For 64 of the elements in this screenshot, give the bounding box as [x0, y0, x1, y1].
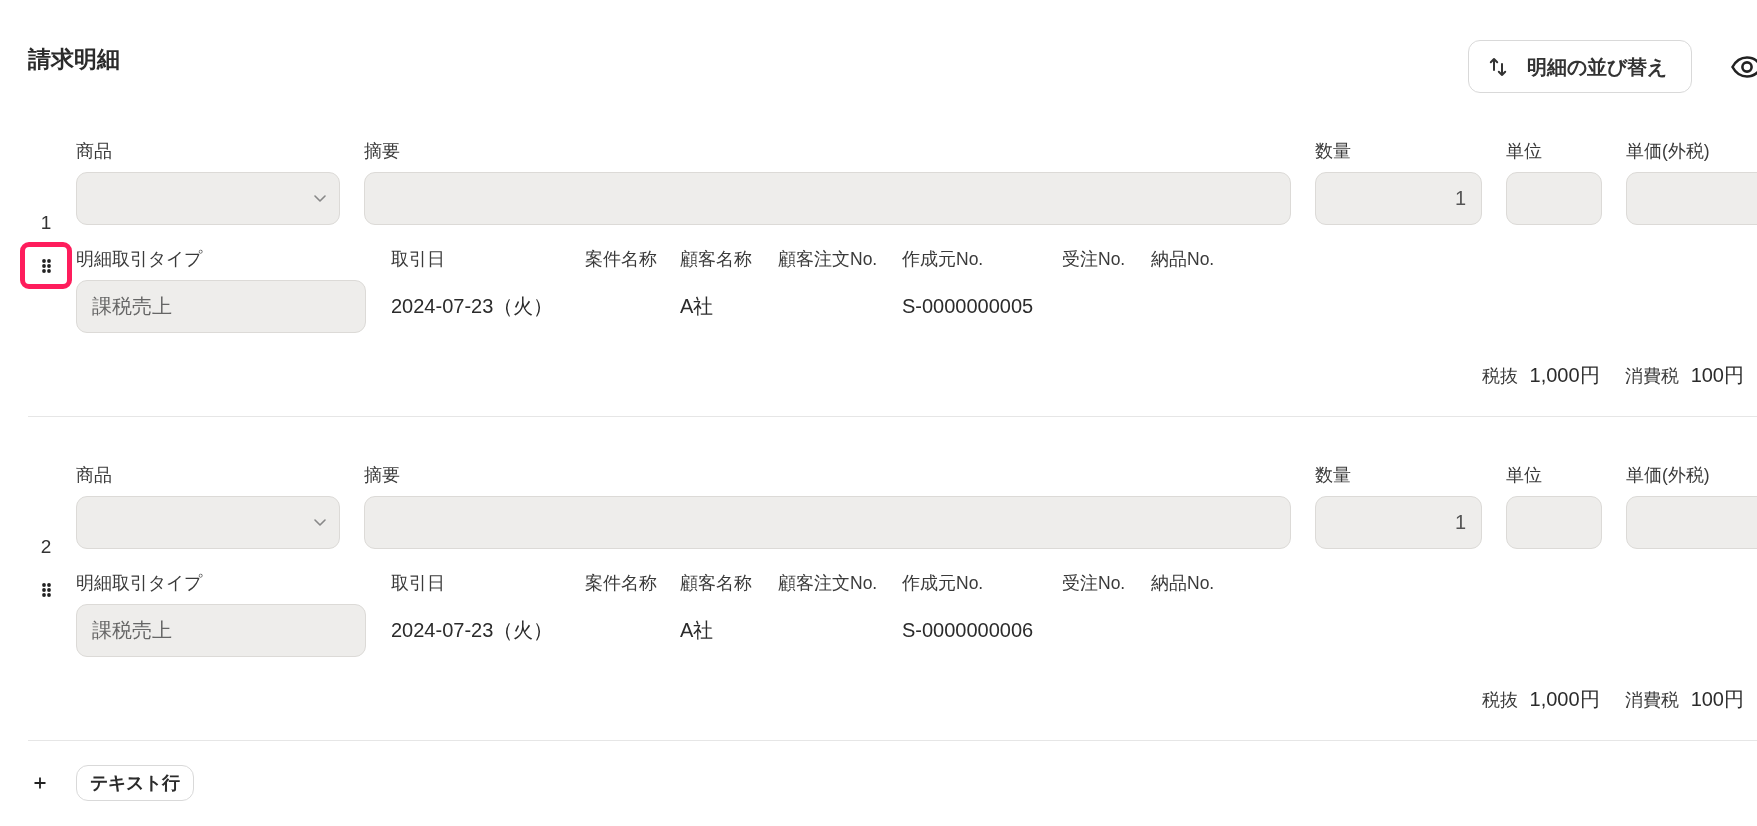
- drag-handle-icon[interactable]: [41, 258, 51, 273]
- chevron-down-icon: [314, 519, 326, 526]
- eye-icon[interactable]: [1731, 55, 1757, 78]
- field-value: A社: [680, 618, 714, 643]
- total-amount: 1,000円: [1529, 687, 1600, 711]
- row-number: 2: [40, 535, 52, 559]
- field-label: 案件名称: [585, 573, 657, 594]
- up-down-arrows-icon: [1489, 56, 1507, 77]
- field-label: 商品: [76, 465, 112, 486]
- field-value: 2024-07-23（火）: [391, 618, 554, 643]
- field-label: 摘要: [364, 141, 400, 162]
- total-label: 消費税: [1624, 365, 1679, 388]
- input-field[interactable]: 1: [1315, 496, 1482, 549]
- field-label: 作成元No.: [902, 249, 984, 270]
- field-label: 商品: [76, 141, 112, 162]
- input-field[interactable]: [364, 172, 1291, 225]
- drag-handle-icon[interactable]: [41, 582, 51, 597]
- field-label: 受注No.: [1062, 249, 1126, 270]
- input-field[interactable]: [1506, 172, 1602, 225]
- field-label: 案件名称: [585, 249, 657, 270]
- sort-button[interactable]: 明細の並び替え: [1468, 40, 1692, 93]
- field-label: 数量: [1315, 141, 1351, 162]
- total-label: 税抜: [1481, 689, 1518, 712]
- total-amount: 100円: [1690, 363, 1744, 387]
- field-label: 数量: [1315, 465, 1351, 486]
- total-label: 消費税: [1624, 689, 1679, 712]
- total-amount: 100円: [1690, 687, 1744, 711]
- select-field[interactable]: [76, 496, 340, 549]
- field-label: 明細取引タイプ: [76, 249, 202, 270]
- input-field[interactable]: [1626, 496, 1757, 549]
- input-field[interactable]: 1: [1315, 172, 1482, 225]
- row-number: 1: [40, 211, 52, 235]
- field-label: 取引日: [391, 573, 445, 594]
- plus-icon[interactable]: [34, 777, 46, 789]
- field-label: 納品No.: [1151, 573, 1215, 594]
- field-value: S-0000000005: [902, 294, 1034, 319]
- section-title: 請求明細: [28, 45, 120, 74]
- total-label: 税抜: [1481, 365, 1518, 388]
- field-value: A社: [680, 294, 714, 319]
- field-label: 単価(外税): [1626, 141, 1710, 162]
- field-label: 単位: [1506, 141, 1542, 162]
- field-value: 2024-07-23（火）: [391, 294, 554, 319]
- input-field[interactable]: 課税売上: [76, 604, 366, 657]
- field-label: 摘要: [364, 465, 400, 486]
- field-label: 単価(外税): [1626, 465, 1710, 486]
- input-field[interactable]: [1626, 172, 1757, 225]
- total-amount: 1,000円: [1529, 363, 1600, 387]
- input-field[interactable]: [364, 496, 1291, 549]
- field-label: 顧客注文No.: [778, 249, 878, 270]
- select-field[interactable]: [76, 172, 340, 225]
- field-label: 納品No.: [1151, 249, 1215, 270]
- input-field[interactable]: 課税売上: [76, 280, 366, 333]
- field-label: 顧客注文No.: [778, 573, 878, 594]
- field-label: 単位: [1506, 465, 1542, 486]
- field-label: 顧客名称: [680, 249, 752, 270]
- field-label: 受注No.: [1062, 573, 1126, 594]
- text-row-button[interactable]: テキスト行: [76, 765, 194, 801]
- chevron-down-icon: [314, 195, 326, 202]
- field-label: 作成元No.: [902, 573, 984, 594]
- field-label: 顧客名称: [680, 573, 752, 594]
- field-value: S-0000000006: [902, 618, 1034, 643]
- field-label: 明細取引タイプ: [76, 573, 202, 594]
- input-field[interactable]: [1506, 496, 1602, 549]
- field-label: 取引日: [391, 249, 445, 270]
